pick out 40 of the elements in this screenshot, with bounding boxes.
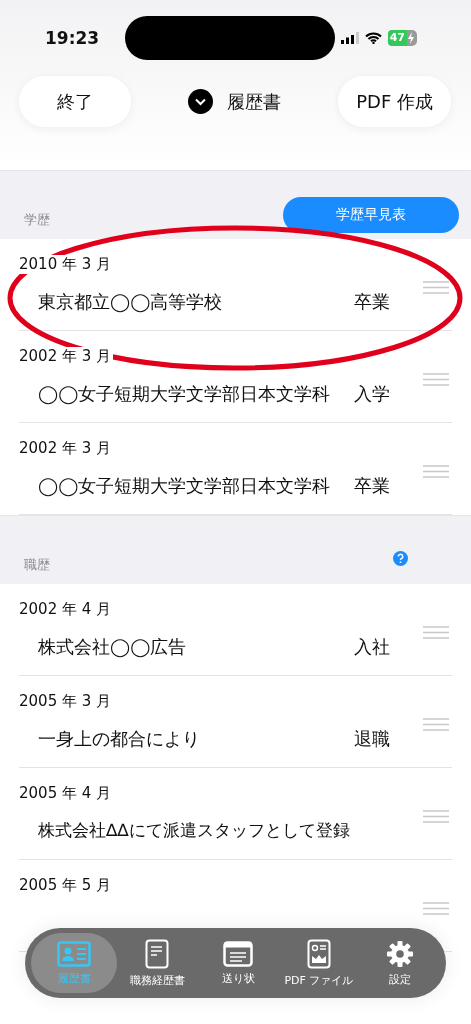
status-label: 卒業	[354, 474, 390, 498]
drag-handle-icon[interactable]	[423, 810, 449, 823]
entry-text: 株式会社∆∆にて派遣スタッフとして登録	[38, 819, 350, 842]
drag-handle-icon[interactable]	[423, 902, 449, 915]
tab-item[interactable]: 設定	[359, 933, 440, 993]
screen-title: 履歴書	[227, 89, 282, 114]
status-label: 卒業	[354, 290, 390, 314]
section-label: 学歴	[24, 211, 50, 229]
settings-icon	[385, 939, 414, 968]
image-document-icon	[306, 938, 331, 969]
entry-text: 株式会社◯◯広告	[38, 635, 187, 659]
status-label: 退職	[354, 727, 390, 751]
section-label: 職歴	[24, 556, 50, 574]
tab-item[interactable]: 送り状	[197, 933, 279, 993]
status-label: 入学	[354, 382, 390, 406]
drag-handle-icon[interactable]	[423, 373, 449, 386]
wifi-icon	[364, 32, 382, 44]
drag-handle-icon[interactable]	[423, 718, 449, 731]
drag-handle-icon[interactable]	[423, 465, 449, 478]
entry-text: 一身上の都合により	[38, 727, 200, 751]
battery-indicator: 47	[387, 30, 417, 46]
document-icon	[145, 938, 170, 969]
quick-reference-button[interactable]: 学歴早見表	[283, 197, 459, 233]
drag-handle-icon[interactable]	[423, 281, 449, 294]
id-card-icon	[57, 940, 91, 967]
tab-item[interactable]: PDF ファイル	[278, 933, 360, 993]
date-label: 2002 年 3 月	[19, 347, 114, 366]
chevron-down-icon[interactable]	[188, 89, 214, 114]
drag-handle-icon[interactable]	[423, 626, 449, 639]
help-icon[interactable]	[393, 551, 408, 566]
status-label: 入社	[354, 635, 390, 659]
entry-text: ◯◯女子短期大学文学部日本文学科	[38, 474, 331, 498]
letter-icon	[223, 940, 254, 967]
finish-button[interactable]: 終了	[19, 76, 131, 127]
tab-item[interactable]: 職務経歴書	[117, 933, 198, 993]
signal-icon	[340, 32, 359, 44]
entry-text: 東京都立◯◯高等学校	[38, 290, 223, 314]
status-time: 19:23	[45, 28, 101, 48]
create-pdf-button[interactable]: PDF 作成	[338, 76, 451, 127]
entry-text: ◯◯女子短期大学文学部日本文学科	[38, 382, 331, 406]
